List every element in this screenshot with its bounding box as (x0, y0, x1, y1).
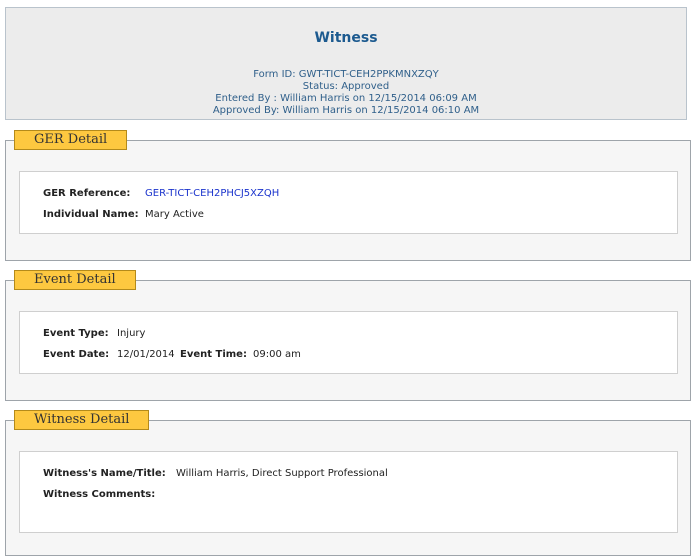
approved-by: Approved By: William Harris on 12/15/201… (212, 105, 480, 116)
event-type-label: Event Type: (43, 328, 109, 339)
form-id: Form ID: GWT-TICT-CEH2PPKMNXZQY (253, 69, 439, 80)
witness-detail-section: Witness Detail Witness's Name/Title: Wil… (5, 410, 691, 556)
witness-detail-panel: Witness's Name/Title: William Harris, Di… (19, 451, 678, 533)
event-detail-legend: Event Detail (14, 270, 136, 290)
ger-detail-panel: GER Reference: GER-TICT-CEH2PHCJ5XZQH In… (19, 171, 678, 234)
entered-by: Entered By : William Harris on 12/15/201… (215, 93, 477, 104)
event-detail-section: Event Detail Event Type: Injury Event Da… (5, 270, 691, 401)
page-title: Witness (314, 30, 378, 46)
witness-name-label: Witness's Name/Title: (43, 468, 166, 479)
witness-detail-legend: Witness Detail (14, 410, 150, 430)
individual-name-label: Individual Name: (43, 209, 139, 220)
event-time-value: 09:00 am (253, 349, 301, 360)
event-time-label: Event Time: (180, 349, 247, 360)
ger-detail-section: GER Detail GER Reference: GER-TICT-CEH2P… (5, 130, 691, 261)
event-date-value: 12/01/2014 (117, 349, 175, 360)
event-date-label: Event Date: (43, 349, 110, 360)
ger-reference-link[interactable]: GER-TICT-CEH2PHCJ5XZQH (145, 188, 279, 199)
event-type-value: Injury (117, 328, 146, 339)
witness-comments-label: Witness Comments: (43, 489, 156, 500)
individual-name-value: Mary Active (145, 209, 204, 220)
form-status: Status: Approved (302, 81, 390, 92)
event-detail-panel: Event Type: Injury Event Date: 12/01/201… (19, 311, 678, 374)
witness-name-value: William Harris, Direct Support Professio… (176, 468, 388, 479)
ger-detail-legend: GER Detail (14, 130, 128, 150)
ger-reference-label: GER Reference: (43, 188, 131, 199)
form-header: Witness Form ID: GWT-TICT-CEH2PPKMNXZQY … (5, 7, 687, 120)
